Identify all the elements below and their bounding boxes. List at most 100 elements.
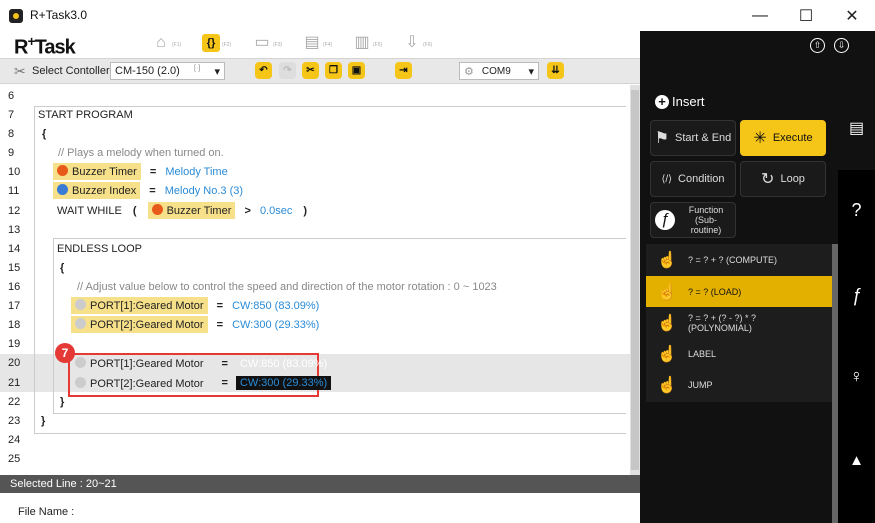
command-compute[interactable]: ☝ ? = ? + ? (COMPUTE)	[646, 244, 832, 275]
function-icon: ƒ	[655, 210, 675, 230]
value-token[interactable]: Melody No.3 (3)	[165, 185, 243, 197]
undo-icon: ↶	[259, 65, 268, 76]
monitor-button[interactable]: ▭ (F3)	[253, 34, 293, 56]
start-program-label[interactable]: START PROGRAM	[38, 109, 133, 121]
paste-icon: ▣	[351, 65, 362, 76]
motor-port2-token[interactable]: PORT[2]:Geared Motor	[71, 376, 208, 390]
command-scrollbar[interactable]	[832, 244, 838, 523]
code-line-18[interactable]: PORT[2]:Geared Motor = CW:300 (29.33%)	[71, 316, 319, 333]
line-number: 19	[8, 338, 21, 350]
line-number: 13	[8, 224, 21, 236]
token-label: PORT[1]:Geared Motor	[90, 300, 204, 312]
close-button[interactable]: ✕	[829, 0, 875, 31]
download-program-icon: ⇊	[551, 65, 560, 76]
status-bar: Selected Line : 20~21	[0, 475, 640, 493]
line-number: 12	[8, 205, 21, 217]
clapper-button[interactable]: ▥ (F5)	[353, 34, 393, 56]
value-token[interactable]: Melody Time	[165, 166, 227, 178]
pin-button[interactable]: ♀	[838, 366, 875, 406]
minimize-button[interactable]: —	[737, 0, 783, 31]
line-number: 25	[8, 453, 21, 465]
close-brace: }	[41, 415, 46, 427]
buzzer-index-token[interactable]: Buzzer Index	[53, 182, 141, 199]
token-label: Buzzer Timer	[166, 205, 232, 217]
download-program-button[interactable]: ⇊	[547, 62, 564, 79]
category-start-end[interactable]: ⚑ Start & End	[650, 120, 736, 156]
comment-icon: ▤	[848, 120, 865, 137]
command-polynomial[interactable]: ☝ ? = ? + (? - ?) * ? (POLYNOMIAL)	[646, 307, 832, 338]
command-jump[interactable]: ☝ JUMP	[646, 369, 832, 400]
buzzer-timer-token[interactable]: Buzzer Timer	[147, 202, 236, 219]
value-token[interactable]: CW:850 (83.09%)	[232, 300, 319, 312]
category-execute[interactable]: ✳ Execute	[740, 120, 826, 156]
value-token-selected[interactable]: CW:300 (29.33%)	[235, 376, 332, 390]
buzzer-timer-token[interactable]: Buzzer Timer	[53, 163, 141, 180]
code-line-10[interactable]: Buzzer Timer = Melody Time	[53, 163, 228, 180]
upload-button[interactable]: ⇧	[810, 38, 825, 53]
command-label: JUMP	[688, 379, 713, 390]
port-select[interactable]: ⚙ COM9 ▾	[459, 62, 539, 80]
code-line-11[interactable]: Buzzer Index = Melody No.3 (3)	[53, 182, 243, 199]
warning-button[interactable]: ▲	[838, 452, 875, 492]
open-brace: {	[42, 128, 47, 140]
command-label-item[interactable]: ☝ LABEL	[646, 338, 832, 369]
function-button[interactable]: ƒ	[838, 285, 875, 325]
film-button[interactable]: ▤ (F4)	[303, 34, 343, 56]
download-file-button[interactable]: ⇩	[834, 38, 849, 53]
line-number: 9	[8, 147, 15, 159]
exit-button[interactable]: ⇥	[395, 62, 412, 79]
task-code-button[interactable]: {} (F2)	[202, 34, 242, 56]
port-value: COM9	[481, 65, 511, 77]
command-load[interactable]: ☝ ? = ? (LOAD)	[646, 276, 832, 307]
code-line-12[interactable]: WAIT WHILE ( Buzzer Timer > 0.0sec )	[57, 202, 307, 219]
help-button[interactable]: ?	[838, 200, 875, 240]
copy-icon: ❐	[329, 65, 338, 76]
controller-select[interactable]: CM-150 (2.0) [·] ▾	[110, 62, 225, 80]
value-token[interactable]: CW:300 (29.33%)	[232, 319, 319, 331]
hand-pointer-icon: ☝	[657, 345, 677, 363]
greater-than-sign: >	[244, 205, 251, 217]
value-token[interactable]: 0.0sec	[260, 205, 292, 217]
equals-sign: =	[216, 319, 224, 331]
comment-line[interactable]: // Adjust value below to control the spe…	[77, 281, 497, 293]
motor-port1-token[interactable]: PORT[1]:Geared Motor	[71, 297, 208, 314]
category-label: Condition	[678, 173, 725, 185]
motor-port1-token[interactable]: PORT[1]:Geared Motor	[71, 357, 208, 370]
cut-button[interactable]: ✂	[302, 62, 319, 79]
category-condition[interactable]: ⟨/⟩ Condition	[650, 161, 736, 197]
logo-plus: +	[27, 33, 35, 49]
insert-header: + Insert	[655, 94, 705, 109]
buzzer-index-icon	[57, 184, 68, 195]
download-button[interactable]: ⇩ (F6)	[403, 34, 443, 56]
controller-value: CM-150 (2.0)	[115, 65, 180, 77]
code-line-17[interactable]: PORT[1]:Geared Motor = CW:850 (83.09%)	[71, 297, 319, 314]
editor-scroll-thumb[interactable]	[631, 90, 639, 470]
motor-icon	[75, 318, 86, 329]
comment-line[interactable]: // Plays a melody when turned on.	[58, 147, 224, 159]
category-loop[interactable]: ↻ Loop	[740, 161, 826, 197]
hand-pointer-icon: ☝	[657, 283, 677, 301]
maximize-button[interactable]: ☐	[783, 0, 829, 31]
value-token[interactable]: CW:850 (83.09%)	[236, 358, 331, 370]
code-line-20[interactable]: PORT[1]:Geared Motor = CW:850 (83.09%)	[71, 357, 331, 370]
line-number: 8	[8, 128, 15, 140]
undo-button[interactable]: ↶	[255, 62, 272, 79]
line-number: 18	[8, 319, 21, 331]
category-function[interactable]: ƒ Function (Sub-routine)	[650, 202, 736, 238]
paste-button[interactable]: ▣	[348, 62, 365, 79]
motor-port2-token[interactable]: PORT[2]:Geared Motor	[71, 316, 208, 333]
copy-button[interactable]: ❐	[325, 62, 342, 79]
hand-pointer-icon: ☝	[657, 251, 677, 269]
comment-tab[interactable]: ▤	[838, 106, 875, 170]
pin-icon: ♀	[849, 366, 864, 386]
line-number: 10	[8, 166, 21, 178]
home-button[interactable]: ⌂ (F1)	[152, 34, 192, 56]
token-label: Buzzer Timer	[72, 166, 137, 178]
code-editor[interactable]: 6 7 8 9 10 11 12 14 13 15 16 17 18 19 20…	[0, 85, 640, 475]
code-line-21[interactable]: PORT[2]:Geared Motor = CW:300 (29.33%)	[71, 376, 332, 390]
endless-loop-label[interactable]: ENDLESS LOOP	[57, 243, 142, 255]
select-controller-label: Select Contoller	[32, 65, 110, 77]
redo-button[interactable]: ↷	[279, 62, 296, 79]
fkey-label: (F3)	[273, 42, 283, 48]
line-number: 21	[8, 377, 21, 389]
